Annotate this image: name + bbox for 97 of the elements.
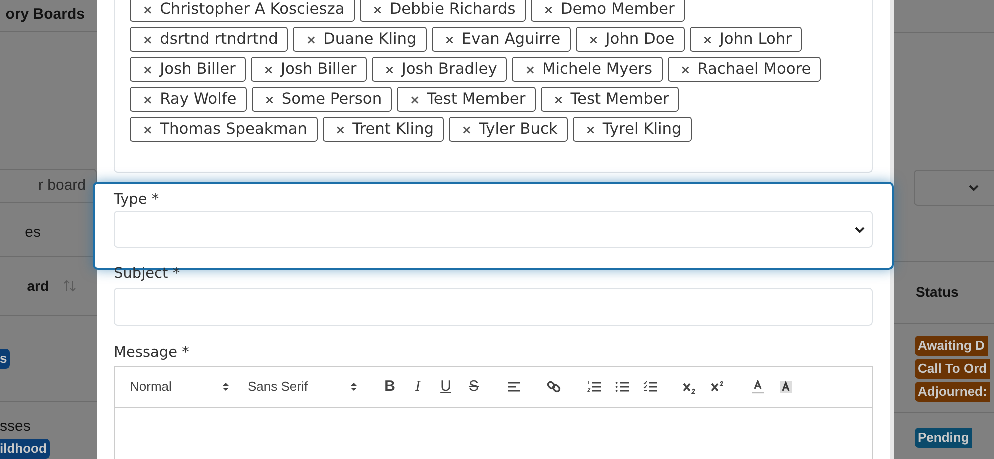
table-cell-text: sses bbox=[0, 416, 32, 436]
tag: s bbox=[0, 348, 10, 369]
link-icon bbox=[547, 380, 561, 394]
recipient-chip[interactable]: × John Doe bbox=[576, 27, 685, 52]
recipient-name: Ray Wolfe bbox=[160, 88, 237, 110]
status-tag: Awaiting D bbox=[915, 336, 988, 356]
format-button[interactable]: U bbox=[432, 375, 460, 399]
ordered-list-icon bbox=[587, 380, 601, 394]
recipient-name: Evan Aguirre bbox=[462, 28, 561, 50]
recipient-name: Thomas Speakman bbox=[160, 118, 308, 140]
recipient-chip[interactable]: × Some Person bbox=[252, 87, 392, 112]
recipient-chip[interactable]: × Rachael Moore bbox=[668, 57, 822, 82]
updown-icon bbox=[222, 382, 230, 392]
recipient-name: Duane Kling bbox=[323, 28, 417, 50]
recipient-chip[interactable]: × Josh Biller bbox=[130, 57, 246, 82]
remove-icon[interactable]: × bbox=[444, 30, 455, 48]
background-color-icon bbox=[779, 380, 793, 394]
remove-icon[interactable]: × bbox=[264, 90, 275, 108]
remove-icon[interactable]: × bbox=[336, 120, 346, 138]
chevron-down-icon bbox=[854, 224, 866, 234]
remove-icon[interactable]: × bbox=[525, 60, 536, 78]
recipient-chip[interactable]: × John Lohr bbox=[690, 27, 802, 52]
remove-icon[interactable]: × bbox=[143, 120, 154, 138]
align-icon bbox=[507, 380, 521, 394]
recipient-chip[interactable]: × Test Member bbox=[540, 87, 680, 112]
recipient-chip[interactable]: × dsrtnd rtndrtnd bbox=[130, 27, 288, 52]
remove-icon[interactable]: × bbox=[544, 0, 554, 18]
recipient-chip[interactable]: × Tyrel Kling bbox=[572, 117, 692, 142]
remove-icon[interactable]: × bbox=[554, 90, 564, 108]
recipient-name: Trent Kling bbox=[352, 118, 434, 140]
recipient-chip[interactable]: × Trent Kling bbox=[322, 117, 444, 142]
field-label: Type * bbox=[114, 191, 160, 210]
recipient-name: John Doe bbox=[606, 28, 675, 50]
recipient-name: Rachael Moore bbox=[698, 58, 812, 80]
recipient-name: Test Member bbox=[570, 88, 670, 110]
remove-icon[interactable]: × bbox=[143, 90, 154, 108]
recipient-chip[interactable]: × Demo Member bbox=[530, 0, 685, 22]
recipient-name: Demo Member bbox=[560, 0, 675, 20]
remove-icon[interactable]: × bbox=[372, 0, 383, 18]
tag: ildhood bbox=[0, 439, 50, 459]
field-label: Message * bbox=[114, 344, 190, 363]
remove-icon[interactable]: × bbox=[143, 0, 154, 18]
recipient-name: Debbie Richards bbox=[390, 0, 516, 20]
recipient-name: Josh Biller bbox=[280, 58, 357, 80]
recipient-name: Some Person bbox=[282, 88, 382, 110]
recipient-name: John Lohr bbox=[720, 28, 792, 50]
field-label: Subject * bbox=[114, 265, 182, 284]
subject-field[interactable] bbox=[114, 288, 873, 326]
recipient-chip[interactable]: × Josh Biller bbox=[250, 57, 367, 82]
recipient-chip[interactable]: × Evan Aguirre bbox=[432, 27, 571, 52]
recipient-name: Christopher A Kosciesza bbox=[160, 0, 345, 20]
recipient-name: Tyler Buck bbox=[479, 118, 558, 140]
status-tag: Pending bbox=[915, 428, 972, 448]
recipient-name: dsrtnd rtndrtnd bbox=[160, 28, 278, 50]
remove-icon[interactable]: × bbox=[143, 30, 154, 48]
remove-icon[interactable]: × bbox=[462, 120, 472, 138]
updown-icon bbox=[350, 382, 358, 392]
recipient-name: Josh Bradley bbox=[402, 58, 498, 80]
text-color-icon bbox=[751, 380, 765, 394]
remove-icon[interactable]: × bbox=[680, 60, 691, 78]
font-select[interactable]: Sans Serif bbox=[248, 377, 358, 397]
recipient-chip[interactable]: × Michele Myers bbox=[512, 57, 663, 82]
chevron-down-icon bbox=[968, 183, 980, 193]
recipient-chip[interactable]: × Test Member bbox=[397, 87, 536, 112]
recipient-name: Tyrel Kling bbox=[602, 118, 682, 140]
format-button[interactable]: I bbox=[404, 375, 432, 399]
remove-icon[interactable]: × bbox=[143, 60, 154, 78]
recipient-chip[interactable]: × Tyler Buck bbox=[449, 117, 568, 142]
remove-icon[interactable]: × bbox=[586, 120, 596, 138]
recipient-chip[interactable]: × Thomas Speakman bbox=[130, 117, 318, 142]
heading-select[interactable]: Normal bbox=[130, 377, 230, 397]
recipient-name: Test Member bbox=[427, 88, 526, 110]
format-button[interactable]: S bbox=[460, 375, 488, 399]
superscript-icon bbox=[711, 380, 725, 394]
remove-icon[interactable]: × bbox=[410, 90, 420, 108]
recipient-chip[interactable]: × Christopher A Kosciesza bbox=[130, 0, 355, 22]
remove-icon[interactable]: × bbox=[384, 60, 395, 78]
check-list-icon bbox=[643, 380, 657, 394]
column-header[interactable]: Status bbox=[916, 282, 959, 303]
remove-icon[interactable]: × bbox=[264, 60, 274, 78]
bullet-list-icon bbox=[615, 380, 629, 394]
recipient-chip[interactable]: × Josh Bradley bbox=[372, 57, 508, 82]
remove-icon[interactable]: × bbox=[306, 30, 316, 48]
format-button[interactable]: B bbox=[376, 375, 404, 399]
remove-icon[interactable]: × bbox=[588, 30, 599, 48]
recipient-chip[interactable]: × Debbie Richards bbox=[360, 0, 526, 22]
status-tag: Adjourned: bbox=[915, 382, 990, 402]
filter-label: es bbox=[25, 222, 41, 243]
column-header[interactable]: ard bbox=[27, 276, 49, 297]
recipient-chip[interactable]: × Duane Kling bbox=[293, 27, 427, 52]
status-tag: Call To Ord bbox=[915, 358, 990, 378]
recipient-name: Michele Myers bbox=[542, 58, 653, 80]
scrollbar[interactable] bbox=[890, 0, 894, 459]
recipients-box[interactable] bbox=[114, 0, 873, 173]
recipient-chip[interactable]: × Ray Wolfe bbox=[130, 87, 247, 112]
remove-icon[interactable]: × bbox=[702, 30, 713, 48]
recipient-name: Josh Biller bbox=[160, 58, 236, 80]
